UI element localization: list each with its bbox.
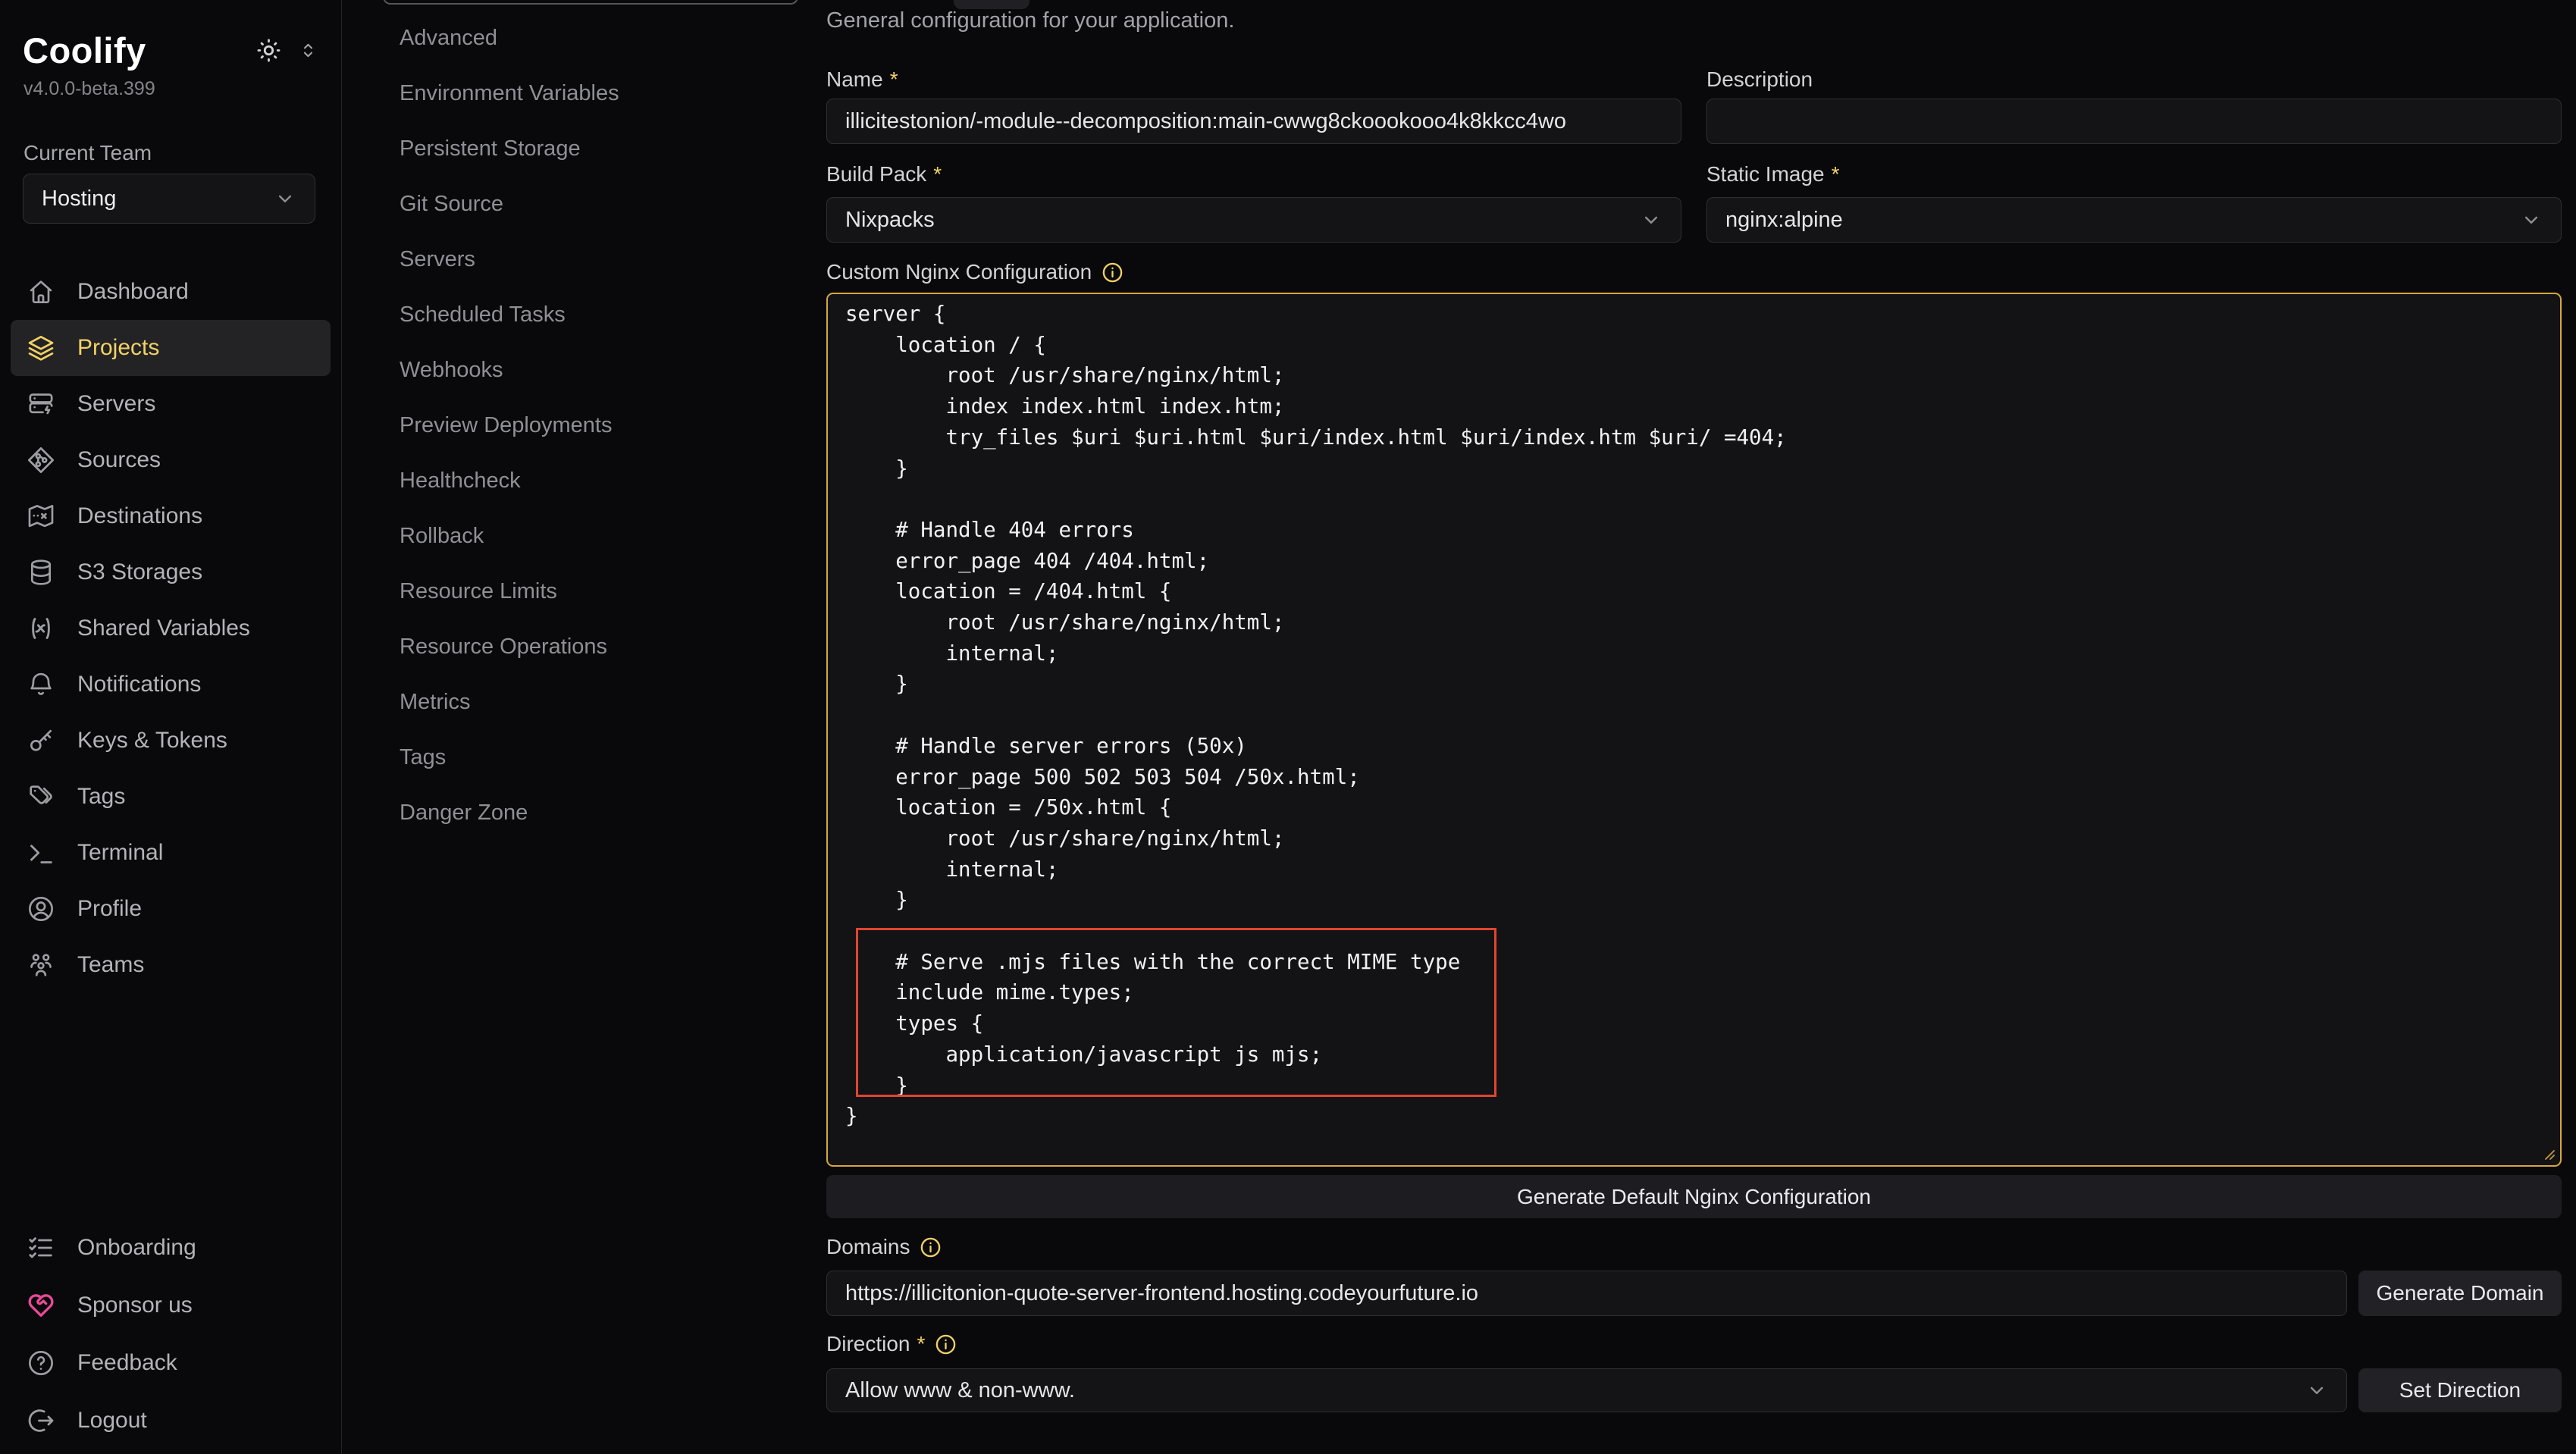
chevron-down-icon xyxy=(1640,208,1662,231)
settings-submenu: Advanced Environment Variables Persisten… xyxy=(342,0,826,1454)
layers-icon xyxy=(26,333,56,363)
user-circle-icon xyxy=(26,894,56,924)
submenu-item-scheduled-tasks[interactable]: Scheduled Tasks xyxy=(342,287,826,343)
submenu-item-preview-deployments[interactable]: Preview Deployments xyxy=(342,398,826,453)
sidebar-nav: Dashboard Projects Servers Sources Desti… xyxy=(11,264,331,993)
sidebar: Coolify v4.0.0-beta.399 Current Team Hos… xyxy=(0,0,341,1454)
logout-icon xyxy=(26,1405,56,1436)
custom-nginx-label: Custom Nginx Configuration xyxy=(826,259,2562,285)
sidebar-footer-nav: Onboarding Sponsor us Feedback Logout xyxy=(11,1219,331,1449)
scrolled-element-partial xyxy=(954,0,1029,9)
map-icon xyxy=(26,501,56,531)
sidebar-item-destinations[interactable]: Destinations xyxy=(11,488,331,544)
app-logo: Coolify xyxy=(23,30,146,71)
direction-label: Direction* xyxy=(826,1330,2562,1358)
sidebar-item-tags[interactable]: Tags xyxy=(11,769,331,825)
sidebar-item-feedback[interactable]: Feedback xyxy=(11,1334,331,1392)
submenu-item-tags[interactable]: Tags xyxy=(342,730,826,785)
chevron-down-icon xyxy=(2520,208,2543,231)
required-asterisk: * xyxy=(890,67,898,92)
domains-input[interactable] xyxy=(826,1271,2347,1316)
checklist-icon xyxy=(26,1233,56,1263)
submenu-item-servers[interactable]: Servers xyxy=(342,232,826,287)
sidebar-item-sources[interactable]: Sources xyxy=(11,432,331,488)
sidebar-item-onboarding[interactable]: Onboarding xyxy=(11,1219,331,1277)
submenu-item-environment-variables[interactable]: Environment Variables xyxy=(342,66,826,121)
submenu-item-danger-zone[interactable]: Danger Zone xyxy=(342,785,826,841)
team-select[interactable]: Hosting xyxy=(23,174,315,224)
users-icon xyxy=(26,950,56,980)
terminal-icon xyxy=(26,838,56,868)
home-icon xyxy=(26,277,56,307)
chevron-down-icon xyxy=(2305,1379,2328,1402)
submenu-item-resource-limits[interactable]: Resource Limits xyxy=(342,564,826,619)
variable-icon xyxy=(26,613,56,644)
sidebar-item-logout[interactable]: Logout xyxy=(11,1392,331,1449)
key-icon xyxy=(26,725,56,756)
sidebar-item-notifications[interactable]: Notifications xyxy=(11,656,331,713)
name-input[interactable] xyxy=(826,99,1681,144)
heart-icon xyxy=(26,1290,56,1321)
sidebar-item-shared-variables[interactable]: Shared Variables xyxy=(11,600,331,656)
chevrons-up-down-icon xyxy=(298,40,318,61)
description-label: Description xyxy=(1706,67,2562,92)
info-icon[interactable] xyxy=(919,1236,942,1259)
sidebar-collapse-control[interactable] xyxy=(298,40,318,61)
nginx-config-editor[interactable]: server { location / { root /usr/share/ng… xyxy=(826,293,2562,1167)
required-asterisk: * xyxy=(917,1332,925,1356)
sidebar-item-dashboard[interactable]: Dashboard xyxy=(11,264,331,320)
theme-toggle-button[interactable] xyxy=(255,36,283,64)
red-annotation-box xyxy=(856,928,1496,1097)
sidebar-item-s3-storages[interactable]: S3 Storages xyxy=(11,544,331,600)
git-source-icon xyxy=(26,445,56,475)
info-icon[interactable] xyxy=(1101,261,1124,284)
server-icon xyxy=(26,389,56,419)
resize-handle[interactable] xyxy=(2539,1144,2557,1162)
submenu-item-persistent-storage[interactable]: Persistent Storage xyxy=(342,121,826,177)
submenu-item-advanced[interactable]: Advanced xyxy=(342,11,826,66)
submenu-item-git-source[interactable]: Git Source xyxy=(342,177,826,232)
chevron-down-icon xyxy=(274,187,296,210)
submenu-item-rollback[interactable]: Rollback xyxy=(342,509,826,564)
submenu-item-healthcheck[interactable]: Healthcheck xyxy=(342,453,826,509)
general-configuration-panel: General configuration for your applicati… xyxy=(826,0,2562,1412)
current-team-label: Current Team xyxy=(24,141,152,165)
sidebar-item-terminal[interactable]: Terminal xyxy=(11,825,331,881)
sidebar-item-projects[interactable]: Projects xyxy=(11,320,331,376)
submenu-active-item-partial xyxy=(383,0,798,5)
sidebar-item-profile[interactable]: Profile xyxy=(11,881,331,937)
required-asterisk: * xyxy=(1832,162,1840,186)
page-subtitle: General configuration for your applicati… xyxy=(826,6,2562,35)
sidebar-item-servers[interactable]: Servers xyxy=(11,376,331,432)
submenu-item-webhooks[interactable]: Webhooks xyxy=(342,343,826,398)
app-version: v4.0.0-beta.399 xyxy=(24,78,155,100)
static-image-select[interactable]: nginx:alpine xyxy=(1706,197,2562,243)
static-image-label: Static Image* xyxy=(1706,162,2562,186)
direction-select[interactable]: Allow www & non-www. xyxy=(826,1368,2347,1412)
sidebar-item-keys-tokens[interactable]: Keys & Tokens xyxy=(11,713,331,769)
generate-domain-button[interactable]: Generate Domain xyxy=(2358,1271,2562,1316)
sidebar-item-teams[interactable]: Teams xyxy=(11,937,331,993)
build-pack-label: Build Pack* xyxy=(826,162,1681,186)
required-asterisk: * xyxy=(933,162,942,186)
set-direction-button[interactable]: Set Direction xyxy=(2358,1368,2562,1412)
domains-label: Domains xyxy=(826,1233,2562,1261)
bell-icon xyxy=(26,669,56,700)
generate-default-nginx-button[interactable]: Generate Default Nginx Configuration xyxy=(826,1175,2562,1218)
help-circle-icon xyxy=(26,1348,56,1378)
submenu-item-resource-operations[interactable]: Resource Operations xyxy=(342,619,826,675)
info-icon[interactable] xyxy=(934,1333,957,1356)
description-input[interactable] xyxy=(1706,99,2562,144)
sun-icon xyxy=(255,36,283,64)
database-icon xyxy=(26,557,56,588)
build-pack-select[interactable]: Nixpacks xyxy=(826,197,1681,243)
submenu-item-metrics[interactable]: Metrics xyxy=(342,675,826,730)
tags-icon xyxy=(26,782,56,812)
sidebar-item-sponsor-us[interactable]: Sponsor us xyxy=(11,1277,331,1334)
name-label: Name* xyxy=(826,67,1681,92)
